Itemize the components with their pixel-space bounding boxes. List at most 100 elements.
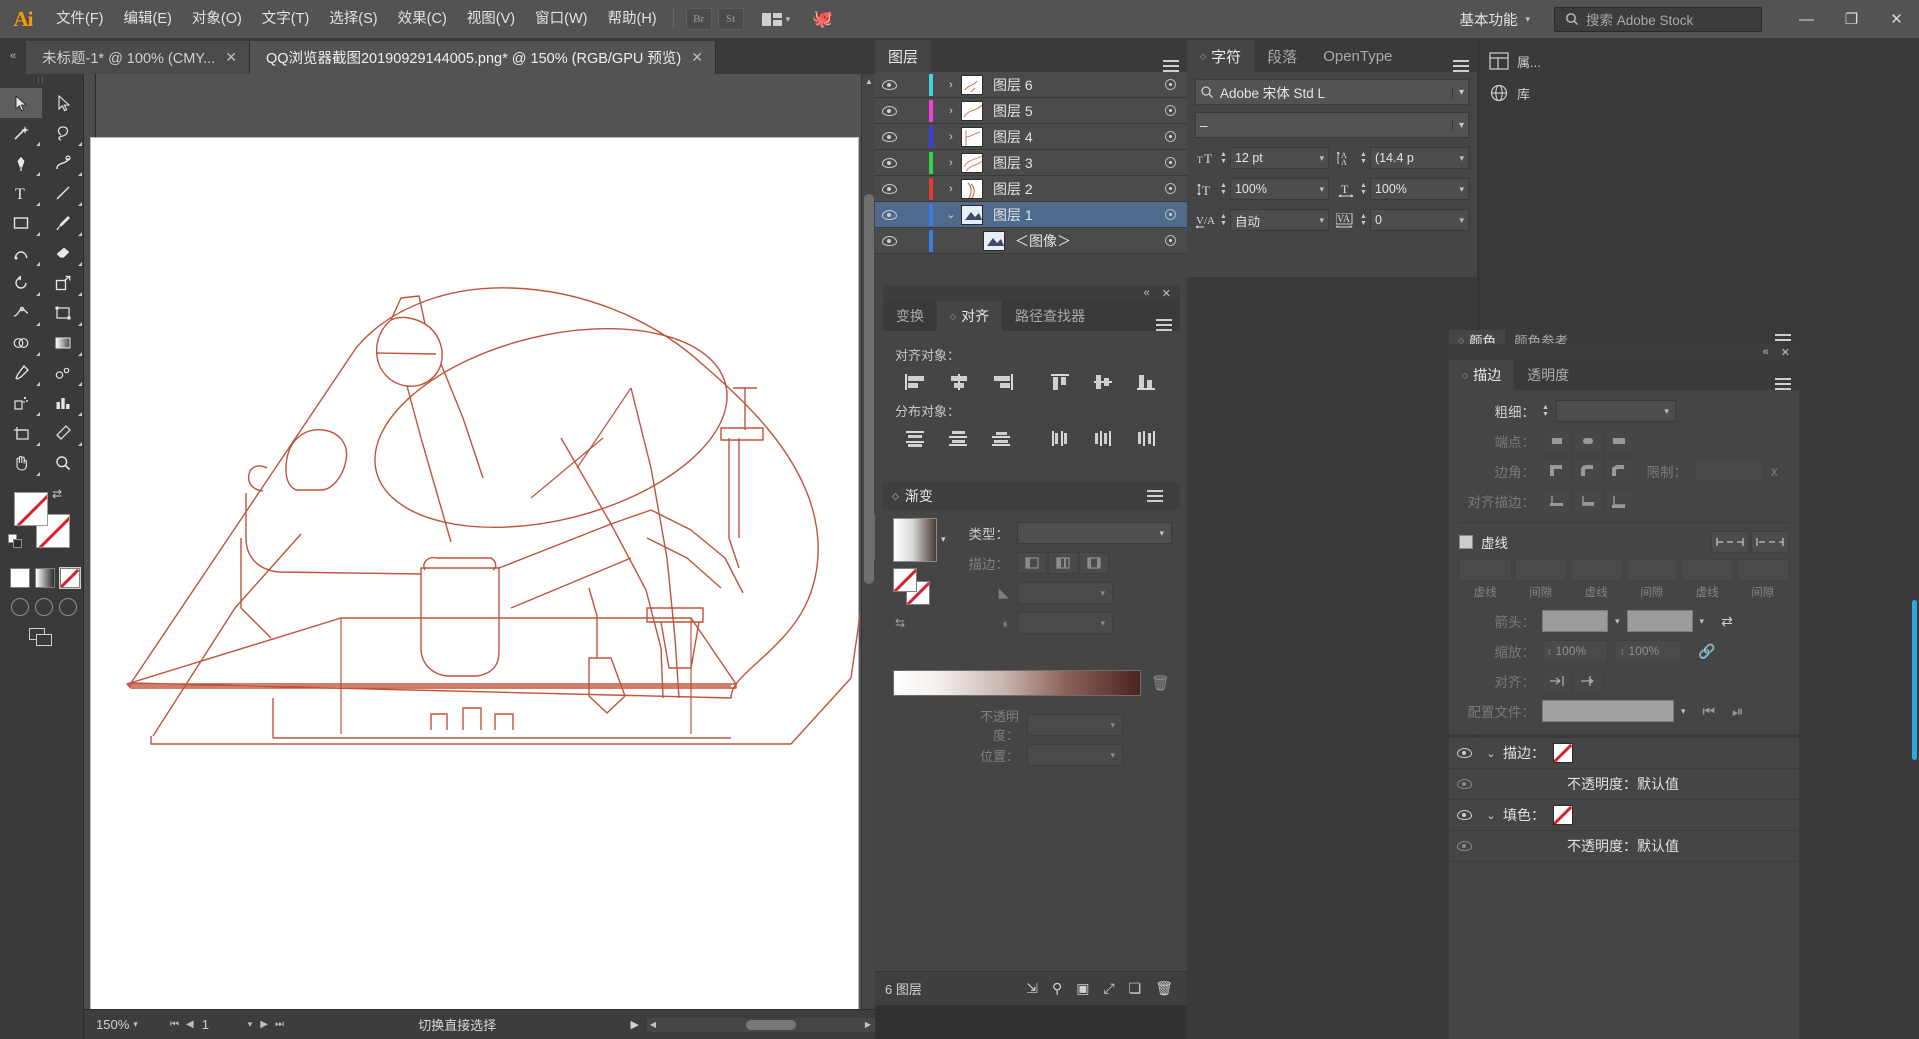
bevel-join-button[interactable] bbox=[1604, 459, 1634, 483]
layer-visibility-toggle[interactable] bbox=[875, 79, 903, 90]
layer-target-button[interactable] bbox=[1153, 79, 1187, 90]
butt-cap-button[interactable] bbox=[1542, 429, 1572, 453]
appearance-row-stroke[interactable]: ⌄ 描边： bbox=[1449, 738, 1799, 769]
artboard-number-field[interactable]: 1 ▾ bbox=[194, 1017, 253, 1032]
none-button[interactable] bbox=[59, 567, 81, 589]
preserve-dash-adjust-button[interactable] bbox=[1751, 531, 1789, 553]
gradient-angle-input[interactable]: ▾ bbox=[1017, 582, 1113, 604]
horizontal-scale-field[interactable]: T ▲ ▼ 100% ▾ bbox=[1335, 176, 1469, 202]
gradient-button[interactable] bbox=[35, 568, 55, 588]
align-bottom-button[interactable] bbox=[1125, 369, 1168, 395]
layer-name[interactable]: 图层 4 bbox=[993, 127, 1153, 147]
dash-input-1[interactable] bbox=[1459, 559, 1512, 581]
vertical-scale-field[interactable]: T ▲ ▼ 100% ▾ bbox=[1195, 176, 1329, 202]
dash-input-2[interactable] bbox=[1570, 559, 1623, 581]
dash-input-3[interactable] bbox=[1681, 559, 1734, 581]
shape-builder-tool[interactable] bbox=[0, 328, 42, 358]
column-graph-tool[interactable] bbox=[42, 388, 84, 418]
tab-layers[interactable]: 图层 bbox=[875, 40, 932, 72]
tab-character[interactable]: ◇ 字符 bbox=[1187, 40, 1255, 72]
pen-tool[interactable] bbox=[0, 148, 42, 178]
gradient-position-input[interactable]: ▾ bbox=[1027, 744, 1123, 766]
arrange-documents-button[interactable]: ▾ bbox=[758, 8, 795, 30]
gradient-panel-menu-icon[interactable] bbox=[1147, 490, 1163, 502]
layer-target-button[interactable] bbox=[1153, 209, 1187, 220]
tab-transparency[interactable]: 透明度 bbox=[1514, 360, 1583, 390]
prev-artboard-icon[interactable]: ◀ bbox=[186, 1019, 194, 1030]
align-right-button[interactable] bbox=[981, 369, 1024, 395]
stepper-icon[interactable]: ↕ bbox=[1620, 646, 1625, 656]
appearance-stroke-opacity-label[interactable]: 不透明度：默认值 bbox=[1503, 774, 1679, 794]
leading-input[interactable]: (14.4 p ▾ bbox=[1369, 147, 1469, 169]
tab-pathfinder[interactable]: 路径查找器 bbox=[1002, 301, 1099, 331]
layer-name[interactable]: 图层 3 bbox=[993, 153, 1153, 173]
chevron-down-icon[interactable]: ▾ bbox=[1451, 119, 1464, 131]
next-artboard-icon[interactable]: ▶ bbox=[260, 1019, 268, 1030]
paintbrush-tool[interactable] bbox=[42, 208, 84, 238]
appearance-row-fill-opacity[interactable]: 不透明度：默认值 bbox=[1449, 831, 1799, 862]
scroll-left-icon[interactable]: ◀ bbox=[646, 1020, 660, 1029]
distribute-right-button[interactable] bbox=[1125, 425, 1168, 451]
close-icon[interactable]: ✕ bbox=[691, 49, 703, 66]
appearance-visibility-toggle[interactable] bbox=[1449, 810, 1479, 820]
artboard-nav-next-last[interactable]: ▶ ⏭ bbox=[252, 1019, 284, 1030]
tab-align[interactable]: ◇ 对齐 bbox=[937, 301, 1003, 331]
chevron-down-icon[interactable]: ▾ bbox=[1459, 153, 1464, 164]
eraser-tool[interactable] bbox=[42, 238, 84, 268]
rotate-tool[interactable] bbox=[0, 268, 42, 298]
chevron-right-icon[interactable]: › bbox=[941, 157, 961, 169]
layer-row-4[interactable]: › 图层 4 bbox=[875, 124, 1187, 150]
line-segment-tool[interactable] bbox=[42, 178, 84, 208]
layers-panel-menu-icon[interactable] bbox=[1163, 60, 1179, 72]
align-panel-menu-icon[interactable] bbox=[1156, 319, 1172, 331]
swap-fill-stroke-icon[interactable]: ⇄ bbox=[52, 488, 66, 502]
arrowhead-start-select[interactable] bbox=[1542, 610, 1608, 632]
tab-stroke[interactable]: ◇ 描边 bbox=[1449, 360, 1515, 390]
gap-field-2[interactable]: 间隙 bbox=[1625, 559, 1678, 600]
tab-opentype[interactable]: OpenType bbox=[1310, 40, 1406, 72]
artboard-tool[interactable] bbox=[0, 418, 42, 448]
gap-field-3[interactable]: 间隙 bbox=[1736, 559, 1789, 600]
stroke-weight-input[interactable]: ▾ bbox=[1555, 400, 1676, 422]
minimize-button[interactable]: — bbox=[1784, 0, 1829, 38]
link-scale-icon[interactable]: 🔗 bbox=[1698, 643, 1715, 660]
layer-name[interactable]: 图层 5 bbox=[993, 101, 1153, 121]
first-artboard-icon[interactable]: ⏮ bbox=[170, 1019, 179, 1030]
gap-input-1[interactable] bbox=[1514, 559, 1567, 581]
toolbar-drag-handle[interactable]: ⁞⁞ bbox=[0, 74, 83, 86]
layer-name[interactable]: 图层 1 bbox=[993, 205, 1153, 225]
round-cap-button[interactable] bbox=[1573, 429, 1603, 453]
align-stroke-center-button[interactable] bbox=[1542, 489, 1572, 513]
layer-row-1[interactable]: ⌄ 图层 1 bbox=[875, 202, 1187, 228]
panel-resize-handle[interactable] bbox=[870, 514, 875, 560]
stepper-icon[interactable]: ▲ ▼ bbox=[1360, 151, 1367, 165]
gap-input-2[interactable] bbox=[1625, 559, 1678, 581]
chevron-down-icon[interactable]: ⌄ bbox=[941, 208, 961, 221]
gradient-stroke-within-button[interactable] bbox=[1017, 552, 1047, 574]
tab-paragraph[interactable]: 段落 bbox=[1254, 40, 1311, 72]
release-to-layers-icon[interactable]: ⇲ bbox=[1026, 980, 1038, 997]
menu-edit[interactable]: 编辑(E) bbox=[114, 0, 182, 38]
font-style-field[interactable]: – ▾ bbox=[1195, 112, 1469, 138]
gradient-slider[interactable] bbox=[893, 670, 1141, 696]
locate-object-icon[interactable]: ⚲ bbox=[1052, 980, 1062, 997]
rectangle-tool[interactable] bbox=[0, 208, 42, 238]
status-menu-arrow-icon[interactable]: ▶ bbox=[631, 1018, 645, 1031]
chevron-down-icon[interactable]: ▾ bbox=[941, 534, 946, 545]
scrollbar-thumb[interactable] bbox=[746, 1019, 796, 1030]
distribute-top-button[interactable] bbox=[895, 425, 938, 451]
artboard[interactable] bbox=[90, 137, 860, 1039]
chevron-down-icon[interactable]: ⌄ bbox=[1479, 809, 1503, 822]
align-top-button[interactable] bbox=[1039, 369, 1082, 395]
gradient-preview-swatch[interactable] bbox=[893, 518, 937, 562]
close-button[interactable]: ✕ bbox=[1874, 0, 1919, 38]
delete-layer-icon[interactable]: 🗑 bbox=[1155, 980, 1173, 997]
sublayer-row-image[interactable]: ＜图像＞ bbox=[875, 228, 1187, 254]
flip-profile-vertical-icon[interactable]: ⏯ bbox=[1732, 703, 1743, 720]
color-button[interactable] bbox=[10, 568, 30, 588]
align-horizontal-center-button[interactable] bbox=[938, 369, 981, 395]
layer-name[interactable]: 图层 2 bbox=[993, 179, 1153, 199]
default-fill-stroke-icon[interactable] bbox=[8, 534, 23, 549]
make-mask-icon[interactable]: ▣ bbox=[1076, 980, 1089, 997]
layer-target-button[interactable] bbox=[1153, 183, 1187, 194]
